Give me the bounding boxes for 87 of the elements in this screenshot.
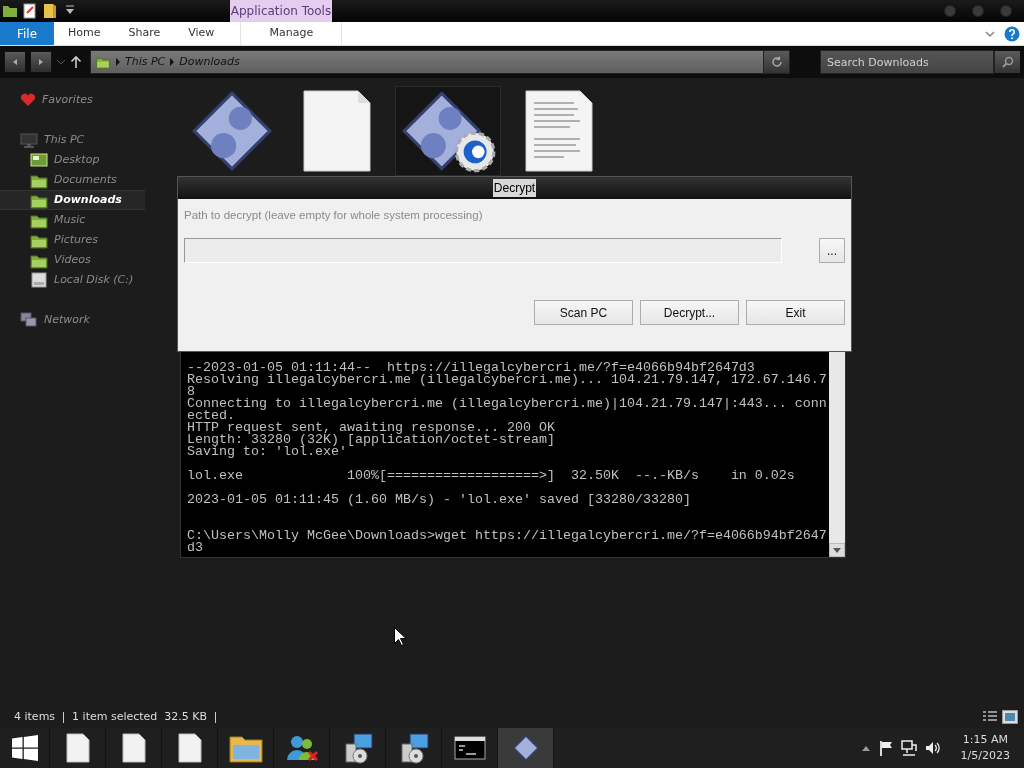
breadcrumb-item[interactable]: Downloads [179, 53, 240, 71]
document-icon [65, 733, 90, 763]
ribbon-tab[interactable]: View [174, 22, 229, 45]
sidebar-item[interactable]: Favorites [0, 90, 145, 110]
notepad-icon[interactable] [22, 3, 38, 19]
clock[interactable]: 1:15 AM 1/5/2023 [960, 732, 1010, 764]
sidebar-item[interactable]: Documents [0, 170, 145, 190]
browse-button[interactable]: ... [819, 238, 845, 264]
console-line: Connecting to illegalcybercri.me (illegalcybercri.me)|104.21.79.147|:443... conn [187, 398, 827, 410]
caret-up-icon[interactable] [860, 744, 871, 752]
up-button[interactable] [70, 55, 82, 69]
folder-icon [228, 733, 263, 763]
flag-icon[interactable] [878, 740, 893, 756]
refresh-icon [770, 56, 783, 68]
sidebar-item[interactable]: Network [0, 310, 145, 330]
sidebar-item[interactable]: Desktop [0, 150, 145, 170]
network-icon[interactable] [900, 740, 917, 756]
recent-locations-button[interactable] [56, 58, 66, 66]
chevron-down-icon [56, 58, 66, 66]
help-icon[interactable] [1004, 25, 1020, 42]
sidebar-item[interactable]: Videos [0, 250, 145, 270]
folder-icon [95, 55, 111, 69]
field-label: Path to decrypt (leave empty for whole system processing) [184, 208, 484, 223]
dialog-button[interactable]: Decrypt... [640, 300, 739, 326]
ribbon-tab[interactable]: Manage [240, 22, 343, 45]
volume-icon[interactable] [924, 740, 941, 756]
contextual-tab-group-label: Application Tools [230, 0, 332, 22]
blank-document-icon [302, 89, 372, 173]
console-line: --2023-01-05 01:11:44-- https://illegalcybercri.me/?f=e4066b94bf2647d3 [187, 362, 755, 374]
chevron-down-icon[interactable] [984, 28, 996, 39]
folder-icon[interactable] [42, 3, 58, 19]
dialog-button[interactable]: Exit [746, 300, 845, 326]
breadcrumb-item[interactable]: This PC [125, 53, 166, 71]
search-icon [1001, 56, 1014, 68]
network-icon [20, 312, 38, 328]
text-document-icon [524, 89, 594, 173]
document-icon [177, 733, 202, 763]
console-line: 8 [187, 386, 195, 398]
monitor-icon [20, 132, 38, 148]
back-button[interactable] [4, 51, 26, 73]
console-line: 2023-01-05 01:11:45 (1.60 MB/s) - 'lol.exe' saved [33280/33280] [187, 494, 692, 506]
item-count: 4 items [14, 708, 56, 725]
clock-date: 1/5/2023 [960, 748, 1010, 764]
mouse-cursor-icon [394, 627, 406, 646]
sidebar-item[interactable]: Downloads [0, 190, 145, 210]
desktop-icon [30, 152, 48, 168]
file-item[interactable] [395, 86, 501, 176]
selection-info: 1 item selected 32.5 KB [72, 708, 208, 725]
sidebar-item[interactable]: This PC [0, 130, 145, 150]
diamond-app-icon [400, 89, 496, 173]
dialog-button[interactable]: Scan PC [534, 300, 633, 326]
document-icon [121, 733, 146, 763]
console-line: Length: 33280 (32K) [application/octet-stream] [187, 434, 556, 446]
search-field[interactable]: Search Downloads [820, 50, 994, 74]
chevron-right-icon [115, 58, 121, 66]
diamond-app-icon [190, 89, 274, 173]
forward-button[interactable] [30, 51, 52, 73]
chevron-right-icon [169, 58, 176, 66]
console-line: Resolving illegalcybercri.me (illegalcybercri.me)... 104.21.79.147, 172.67.146.7 [187, 374, 827, 386]
console-line: ected. [187, 410, 235, 422]
down-arrow-icon[interactable] [829, 543, 845, 557]
refresh-button[interactable] [763, 51, 789, 73]
sidebar-item[interactable]: Pictures [0, 230, 145, 250]
console-line: C:\Users\Molly McGee\Downloads>wget https://illegalcybercri.me/?f=e4066b94bf2647 [187, 530, 827, 542]
heart-icon [20, 93, 36, 107]
terminal-icon [453, 736, 486, 760]
address-bar[interactable]: This PC Downloads [90, 50, 790, 74]
ribbon-tab[interactable]: Home [54, 22, 115, 45]
windows-logo-icon [11, 735, 38, 761]
large-icons-view-icon[interactable] [1002, 710, 1018, 724]
folder-icon[interactable] [2, 3, 18, 19]
search-button[interactable] [994, 51, 1020, 73]
people-icon [284, 734, 319, 762]
details-view-icon[interactable] [982, 710, 998, 724]
file-menu-button[interactable]: File [0, 22, 54, 45]
console-line: HTTP request sent, awaiting response... 200 OK [187, 422, 556, 434]
console-line: lol.exe 100%[===================>] 32.50K --.-KB/s in 0.02s [187, 470, 796, 482]
sidebar-item[interactable]: Local Disk (C:) [0, 270, 145, 290]
console-line: d3 [187, 542, 203, 554]
path-input-field[interactable] [184, 238, 783, 264]
up-arrow-icon [70, 55, 82, 69]
diamond-app-icon [511, 734, 540, 762]
console-line: Saving to: 'lol.exe' [187, 446, 348, 458]
clock-time: 1:15 AM [962, 732, 1008, 748]
ribbon-tab[interactable]: Share [114, 22, 175, 45]
sidebar-item[interactable]: Music [0, 210, 145, 230]
window-title: Decrypt [492, 179, 537, 197]
